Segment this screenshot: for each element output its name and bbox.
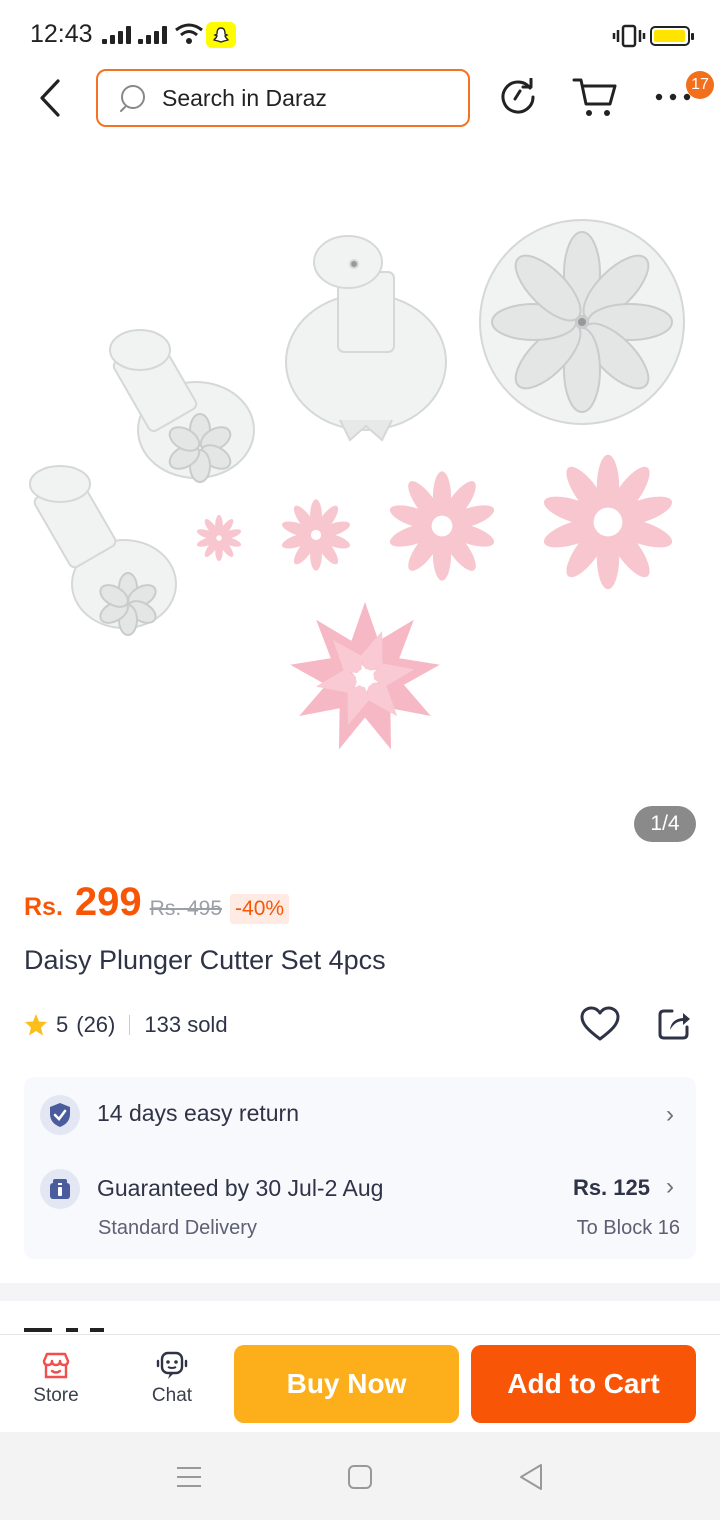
buy-now-button[interactable]: Buy Now <box>234 1345 459 1423</box>
pink-flower-s <box>280 499 352 571</box>
back-button[interactable] <box>28 74 72 122</box>
pink-flower-xs <box>195 514 243 562</box>
home-square-icon <box>348 1465 372 1489</box>
price-currency: Rs. <box>24 893 63 921</box>
pink-layered-flower <box>290 602 440 750</box>
cart-button[interactable] <box>570 72 620 122</box>
bottom-action-bar: Store Chat Buy Now Add to Cart <box>0 1334 720 1432</box>
home-button[interactable] <box>345 1462 375 1492</box>
status-bar: 12:43 <box>0 0 720 64</box>
store-icon <box>42 1352 70 1379</box>
plunger-cutter-round <box>479 219 685 425</box>
delivery-location: To Block 16 <box>576 1217 680 1239</box>
history-button[interactable] <box>493 72 543 122</box>
delivery-row[interactable]: Guaranteed by 30 Jul-2 Aug Rs. 125 › Sta… <box>24 1153 696 1259</box>
back-triangle-icon <box>520 1464 542 1490</box>
chat-label: Chat <box>151 1385 193 1406</box>
menu-button[interactable] <box>174 1462 204 1492</box>
system-navigation-bar <box>0 1432 720 1520</box>
image-counter: 1/4 <box>634 806 696 842</box>
star-icon <box>25 1014 47 1036</box>
menu-icon <box>177 1467 201 1487</box>
price-current: 299 <box>74 880 142 924</box>
chat-icon <box>156 1351 188 1379</box>
refresh-icon <box>501 78 535 114</box>
chevron-right-icon: › <box>666 1173 674 1200</box>
status-time: 12:43 <box>30 20 93 48</box>
service-card: 14 days easy return › Guaranteed by 30 J… <box>24 1077 696 1259</box>
plunger-cutter-small <box>29 465 177 636</box>
search-icon <box>120 85 145 112</box>
sold-count: 133 sold <box>144 1012 228 1037</box>
delivery-guarantee: Guaranteed by 30 Jul-2 Aug <box>97 1175 384 1201</box>
review-count: (26) <box>76 1012 116 1037</box>
signal-icon <box>138 24 167 44</box>
vibrate-icon <box>612 24 646 48</box>
product-title: Daisy Plunger Cutter Set 4pcs <box>24 945 386 975</box>
delivery-fee: Rs. 125 <box>572 1175 650 1200</box>
heart-icon <box>580 1006 620 1041</box>
price-original: Rs. 495 <box>149 897 223 920</box>
notification-badge: 17 <box>686 71 714 99</box>
back-nav-button[interactable] <box>516 1462 546 1492</box>
discount-badge: -40% <box>230 894 290 924</box>
store-label: Store <box>33 1385 79 1406</box>
battery-icon <box>650 26 694 46</box>
chevron-right-icon: › <box>666 1101 674 1128</box>
search-input[interactable]: Search in Daraz <box>96 69 470 127</box>
section-divider <box>0 1283 720 1301</box>
chevron-left-icon <box>40 79 60 117</box>
plunger-cutter-large <box>285 235 447 442</box>
product-image[interactable] <box>0 148 720 868</box>
delivery-type: Standard Delivery <box>98 1217 257 1239</box>
snapchat-icon <box>206 22 236 48</box>
delivery-icon <box>40 1169 80 1209</box>
signal-icon <box>102 24 131 44</box>
pink-flower-l <box>540 454 676 590</box>
add-to-cart-button[interactable]: Add to Cart <box>471 1345 696 1423</box>
price-row: Rs. 299 Rs. 495 -40% <box>24 880 290 940</box>
search-placeholder: Search in Daraz <box>162 84 327 111</box>
wifi-icon <box>175 23 203 44</box>
wishlist-button[interactable] <box>578 1002 622 1046</box>
share-button[interactable] <box>652 1002 696 1046</box>
more-dots-icon <box>655 93 691 101</box>
rating-row[interactable]: 5 (26) 133 sold <box>24 1008 228 1042</box>
chat-button[interactable]: Chat <box>136 1351 208 1423</box>
pink-flower-m <box>387 471 497 581</box>
return-policy-text: 14 days easy return <box>97 1100 300 1126</box>
share-icon <box>658 1009 690 1040</box>
cart-icon <box>572 78 617 116</box>
plunger-cutter-medium <box>109 329 255 483</box>
divider <box>129 1015 131 1035</box>
shield-icon <box>40 1095 80 1135</box>
return-policy-row[interactable]: 14 days easy return › <box>24 1077 696 1153</box>
rating-value: 5 <box>56 1012 69 1037</box>
store-button[interactable]: Store <box>20 1351 92 1423</box>
